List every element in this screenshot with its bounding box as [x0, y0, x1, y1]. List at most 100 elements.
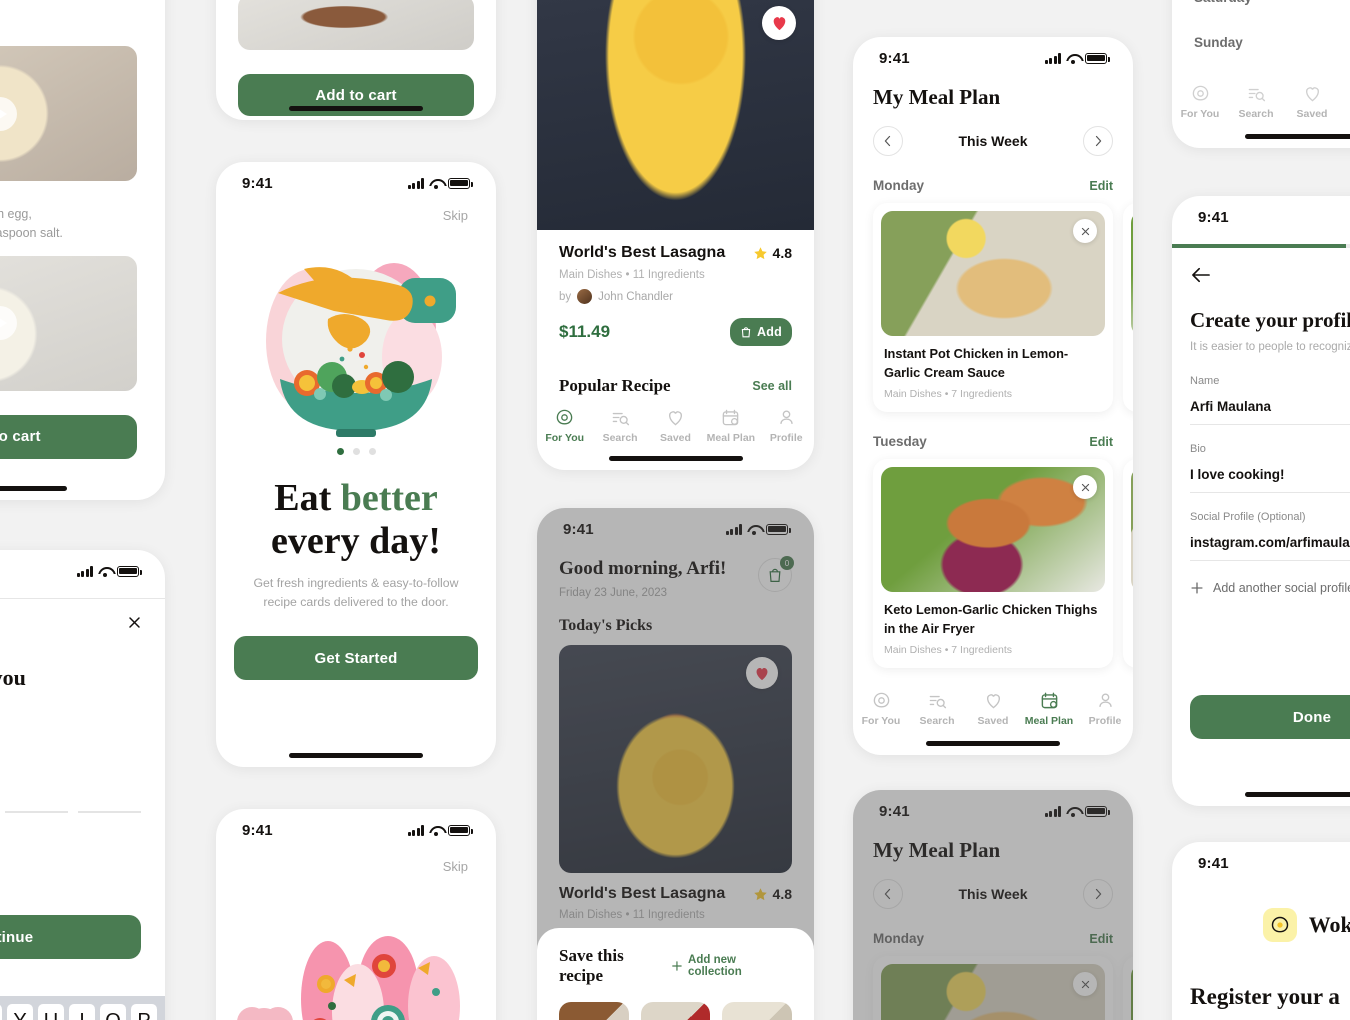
- chevron-right-icon: [1095, 135, 1102, 147]
- virtual-keyboard[interactable]: T Y U I O P F G H J K L: [0, 996, 165, 1020]
- status-icons: [76, 565, 142, 577]
- page-dots[interactable]: [216, 448, 496, 455]
- meal-title: Keto Lemon-Garlic Chicken Thighs in the …: [884, 602, 1098, 636]
- brand-lockup: Woks: [1190, 908, 1350, 942]
- key-u[interactable]: U: [38, 1004, 64, 1020]
- get-started-button[interactable]: Get Started: [234, 636, 478, 681]
- tab-meal-plan[interactable]: Me: [1340, 84, 1350, 120]
- tab-for-you[interactable]: For You: [1172, 84, 1228, 120]
- status-bar: 9:41: [216, 809, 496, 843]
- continue-button[interactable]: Continue: [0, 915, 141, 959]
- create-profile-title: Create your profile: [1190, 308, 1350, 332]
- key-p[interactable]: P: [131, 1004, 157, 1020]
- battery-icon: [1085, 52, 1110, 64]
- previous-week-button[interactable]: [873, 126, 903, 156]
- code-input-3[interactable]: [5, 787, 68, 813]
- phone-verification-code: 9:41 ode we texted you tion code we sent…: [0, 550, 165, 1020]
- bio-field-value[interactable]: I love cooking!: [1190, 455, 1350, 493]
- page-dot[interactable]: [352, 448, 360, 455]
- page-dot-active[interactable]: [336, 448, 344, 455]
- edit-tuesday-button[interactable]: Edit: [1089, 435, 1113, 449]
- meal-card-monday-next[interactable]: [1123, 203, 1133, 413]
- close-button[interactable]: [121, 609, 147, 635]
- play-icon[interactable]: [0, 96, 17, 131]
- onboarding-title-line2: every day!: [271, 519, 441, 562]
- bottom-tab-bar[interactable]: For You Search Saved Meal Plan Profile: [537, 402, 814, 444]
- wifi-icon: [429, 178, 443, 189]
- tab-label: For You: [861, 715, 901, 727]
- add-social-profile-button[interactable]: Add another social profile: [1190, 581, 1350, 595]
- key-y[interactable]: Y: [7, 1004, 33, 1020]
- tab-label: Meal Plan: [706, 432, 756, 444]
- person-icon: [1098, 693, 1112, 707]
- home-indicator: [289, 106, 423, 111]
- meal-card-tuesday[interactable]: Keto Lemon-Garlic Chicken Thighs in the …: [873, 459, 1113, 669]
- remove-meal-button[interactable]: [1073, 475, 1097, 500]
- see-all-link[interactable]: See all: [752, 379, 792, 393]
- add-button[interactable]: Add: [730, 318, 792, 346]
- author-prefix: by: [559, 290, 572, 303]
- popular-recipe-heading: Popular Recipe: [559, 376, 671, 395]
- tab-profile[interactable]: Profile: [1077, 691, 1133, 727]
- social-field-value[interactable]: instagram.com/arfimaulana_: [1190, 523, 1350, 561]
- meal-card-monday[interactable]: Instant Pot Chicken in Lemon-Garlic Crea…: [873, 203, 1113, 413]
- meal-card-tuesday-next[interactable]: [1123, 459, 1133, 669]
- tab-label: Search: [919, 715, 955, 727]
- tab-search[interactable]: Search: [909, 691, 965, 727]
- page-dot[interactable]: [368, 448, 376, 455]
- key-o[interactable]: O: [100, 1004, 126, 1020]
- name-field-value[interactable]: Arfi Maulana: [1190, 387, 1350, 425]
- tab-label: Search: [602, 432, 638, 444]
- edit-monday-button[interactable]: Edit: [1089, 179, 1113, 193]
- name-field-label: Name: [1190, 375, 1220, 387]
- play-icon[interactable]: [0, 306, 17, 341]
- bottom-tab-bar[interactable]: For You Search Saved Meal Plan Profile: [853, 685, 1133, 727]
- skip-button[interactable]: Skip: [216, 196, 496, 223]
- modal-overlay[interactable]: [853, 790, 1133, 1020]
- brand-name: Woks: [1308, 912, 1350, 937]
- tab-meal-plan[interactable]: Meal Plan: [703, 408, 758, 444]
- heart-icon: [986, 694, 1000, 709]
- signal-icon: [1044, 52, 1061, 64]
- tab-saved[interactable]: Saved: [648, 408, 703, 444]
- tab-search[interactable]: Search: [1228, 84, 1284, 120]
- code-input-4[interactable]: [78, 787, 141, 813]
- add-new-collection-button[interactable]: Add new collection: [671, 954, 792, 978]
- collection-thumb[interactable]: [722, 1002, 793, 1020]
- tab-saved[interactable]: Saved: [965, 691, 1021, 727]
- phone-recipe-steps-left: with cold water. mbine ricotta cheese wi…: [0, 0, 165, 500]
- heart-icon: [1305, 87, 1319, 102]
- tab-for-you[interactable]: For You: [853, 691, 909, 727]
- plus-icon: [672, 961, 682, 971]
- collection-thumb[interactable]: [640, 1002, 711, 1020]
- collection-thumb[interactable]: [559, 1002, 629, 1020]
- add-new-collection-label: Add new collection: [688, 954, 742, 978]
- next-week-button[interactable]: [1083, 126, 1113, 156]
- back-button[interactable]: [1190, 266, 1214, 290]
- favorite-button[interactable]: [762, 6, 796, 40]
- phone-onboarding-2: 9:41 Skip: [216, 809, 496, 1020]
- meal-image: [881, 211, 1105, 336]
- key-i[interactable]: I: [69, 1004, 95, 1020]
- home-indicator: [608, 456, 743, 461]
- bottom-tab-bar[interactable]: For You Search Saved Me: [1172, 78, 1350, 120]
- tab-for-you[interactable]: For You: [537, 408, 592, 444]
- remove-meal-button[interactable]: [1073, 219, 1097, 243]
- tab-search[interactable]: Search: [592, 408, 647, 444]
- tab-profile[interactable]: Profile: [759, 408, 814, 444]
- tab-meal-plan[interactable]: Meal Plan: [1021, 691, 1077, 727]
- status-time: 9:41: [242, 821, 273, 839]
- key-t[interactable]: T: [0, 1004, 2, 1020]
- avatar: [577, 289, 593, 304]
- skip-button-2[interactable]: Skip: [216, 843, 496, 874]
- tab-saved[interactable]: Saved: [1284, 84, 1340, 120]
- status-bar: 9:41: [1172, 196, 1350, 230]
- done-button[interactable]: Done: [1190, 695, 1350, 739]
- tab-label: Saved: [1296, 108, 1328, 120]
- add-to-cart-button[interactable]: Add to cart: [0, 414, 137, 459]
- meal-image: [1131, 211, 1133, 336]
- arrow-left-icon: [1192, 267, 1210, 283]
- meal-title: Instant Pot Chicken in Lemon-Garlic Crea…: [884, 346, 1069, 380]
- phone-meal-plan: 9:41 My Meal Plan This Week Monday Edit …: [853, 37, 1133, 755]
- tab-label: Profile: [1088, 715, 1122, 727]
